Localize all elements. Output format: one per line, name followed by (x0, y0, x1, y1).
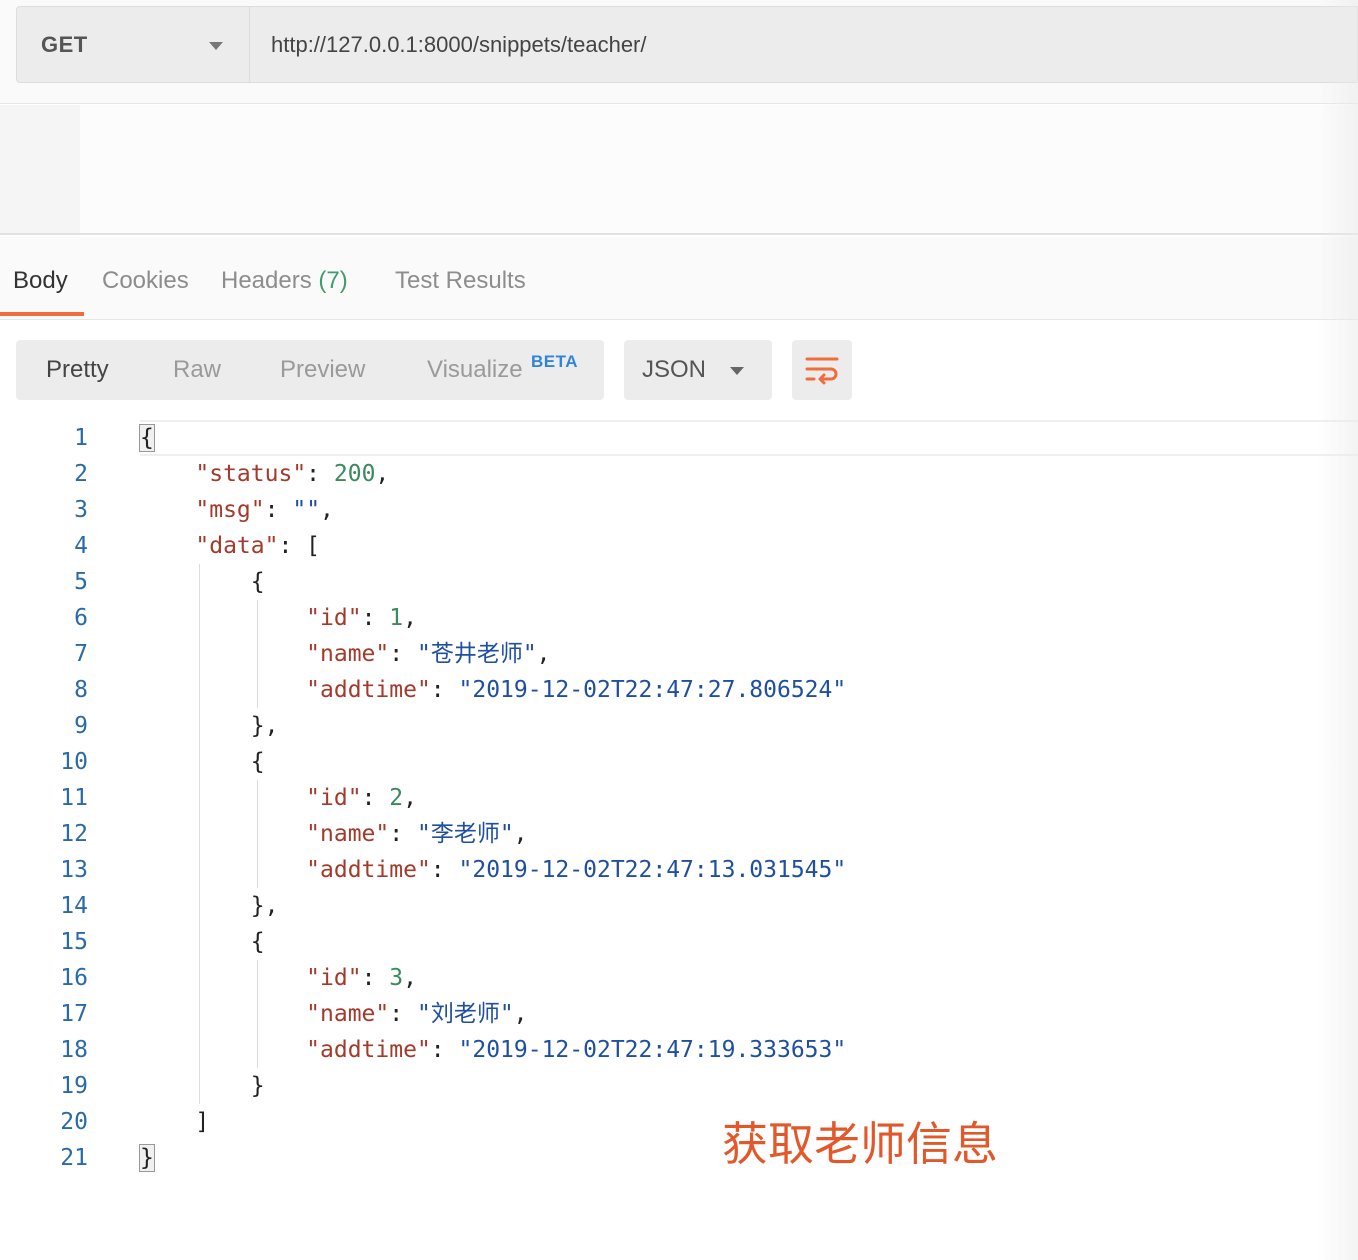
code-line: { (139, 420, 155, 456)
line-number: 15 (60, 929, 88, 955)
line-number: 11 (60, 785, 88, 811)
code-line: "msg": "", (195, 497, 334, 523)
json-string: "" (292, 497, 321, 523)
annotation-label: 获取老师信息 (722, 1117, 998, 1171)
line-number: 19 (60, 1073, 88, 1099)
line-number: 20 (60, 1109, 88, 1135)
view-pretty-button[interactable]: Pretty (46, 356, 109, 384)
chevron-down-icon (209, 42, 223, 50)
request-editor-panel (0, 105, 1358, 235)
json-number: 3 (389, 965, 404, 991)
line-number: 7 (74, 641, 88, 667)
json-string: "2019-12-02T22:47:27.806524" (458, 677, 847, 703)
code-line: "addtime": "2019-12-02T22:47:19.333653" (306, 1037, 847, 1063)
tab-headers[interactable]: Headers (7) (221, 267, 348, 295)
line-number: 6 (74, 605, 88, 631)
format-select[interactable]: JSON (624, 340, 772, 400)
chevron-down-icon (730, 367, 744, 375)
line-number: 10 (60, 749, 88, 775)
wrap-lines-button[interactable] (792, 340, 852, 400)
line-number: 18 (60, 1037, 88, 1063)
json-key: "name" (306, 1001, 390, 1027)
code-line: "id": 3, (306, 965, 417, 991)
line-number: 2 (74, 461, 88, 487)
json-key: "data" (195, 533, 279, 559)
code-line: { (250, 749, 265, 775)
json-key: "id" (306, 965, 362, 991)
json-key: "status" (195, 461, 307, 487)
view-preview-button[interactable]: Preview (280, 356, 365, 384)
tab-headers-label: Headers (221, 267, 312, 294)
wrap-lines-icon (805, 357, 839, 385)
tab-body[interactable]: Body (13, 267, 68, 295)
view-visualize-button[interactable]: Visualize (427, 356, 523, 384)
line-number: 3 (74, 497, 88, 523)
line-number: 16 (60, 965, 88, 991)
line-number: 21 (60, 1145, 88, 1171)
code-line: { (250, 929, 265, 955)
json-key: "id" (306, 605, 362, 631)
response-tabs: Body Cookies Headers (7) Test Results (0, 237, 1358, 320)
line-number: 1 (74, 425, 88, 451)
code-line: "addtime": "2019-12-02T22:47:13.031545" (306, 857, 847, 883)
view-mode-group: Pretty Raw Preview Visualize BETA (16, 340, 604, 400)
line-number: 17 (60, 1001, 88, 1027)
json-number: 2 (389, 785, 404, 811)
code-line: "addtime": "2019-12-02T22:47:27.806524" (306, 677, 847, 703)
request-bar: GET (0, 0, 1358, 104)
code-line: "name": "苍井老师", (306, 641, 551, 667)
matched-brace: { (139, 424, 155, 452)
beta-badge: BETA (531, 352, 579, 371)
json-key: "addtime" (306, 1037, 431, 1063)
code-line: "name": "李老师", (306, 821, 528, 847)
matched-brace: } (139, 1144, 155, 1172)
code-line: "id": 2, (306, 785, 417, 811)
json-number: 1 (389, 605, 404, 631)
active-tab-indicator (0, 312, 84, 316)
headers-count-badge: (7) (318, 267, 348, 294)
code-line: "status": 200, (195, 461, 390, 487)
code-line: }, (250, 713, 279, 739)
tab-cookies[interactable]: Cookies (102, 267, 189, 295)
code-line: "name": "刘老师", (306, 1001, 528, 1027)
url-input[interactable] (249, 6, 1358, 83)
code-line: "data": [ (195, 533, 321, 559)
tab-test-results[interactable]: Test Results (395, 267, 526, 295)
json-key: "name" (306, 641, 390, 667)
code-line: ] (195, 1109, 210, 1135)
json-key: "name" (306, 821, 390, 847)
response-body-viewer[interactable]: 1 2 3 4 5 6 7 8 9 10 11 12 13 14 15 16 1… (0, 418, 1358, 1198)
json-key: "id" (306, 785, 362, 811)
line-number: 12 (60, 821, 88, 847)
method-label: GET (41, 31, 88, 57)
editor-gutter (0, 105, 80, 233)
json-key: "addtime" (306, 677, 431, 703)
active-line-highlight (140, 420, 1358, 456)
code-line: } (250, 1073, 265, 1099)
format-label: JSON (642, 356, 707, 383)
line-number: 5 (74, 569, 88, 595)
json-string: "李老师" (416, 821, 514, 847)
line-number: 9 (74, 713, 88, 739)
line-number: 14 (60, 893, 88, 919)
code-line: { (250, 569, 265, 595)
line-number: 4 (74, 533, 88, 559)
json-string: "刘老师" (416, 1001, 514, 1027)
json-number: 200 (333, 461, 376, 487)
json-string: "2019-12-02T22:47:19.333653" (458, 1037, 847, 1063)
json-string: "苍井老师" (416, 641, 537, 667)
code-line: } (139, 1140, 155, 1176)
json-key: "addtime" (306, 857, 431, 883)
view-raw-button[interactable]: Raw (173, 356, 221, 384)
code-line: "id": 1, (306, 605, 417, 631)
line-number: 13 (60, 857, 88, 883)
line-number: 8 (74, 677, 88, 703)
method-select[interactable]: GET (16, 6, 249, 83)
json-key: "msg" (195, 497, 265, 523)
json-string: "2019-12-02T22:47:13.031545" (458, 857, 847, 883)
code-line: }, (250, 893, 279, 919)
